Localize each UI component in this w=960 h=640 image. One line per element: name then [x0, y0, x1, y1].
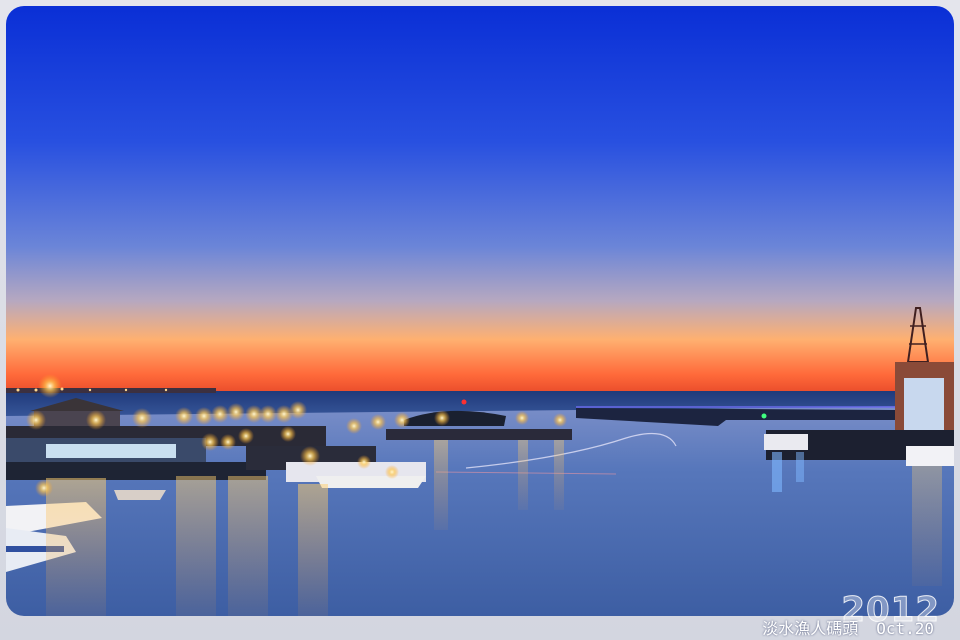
harbor-dusk-photo — [6, 6, 954, 616]
center-pier — [386, 429, 572, 440]
caption-date: Oct.20 — [876, 619, 934, 638]
caption-place: 淡水漁人碼頭 — [762, 619, 859, 638]
photo-frame: 2012 淡水漁人碼頭 Oct.20 — [0, 0, 960, 640]
photo-scene — [6, 6, 954, 616]
distant-shore — [6, 388, 216, 393]
photo-caption: 淡水漁人碼頭 Oct.20 — [762, 615, 934, 639]
sky — [6, 6, 954, 394]
